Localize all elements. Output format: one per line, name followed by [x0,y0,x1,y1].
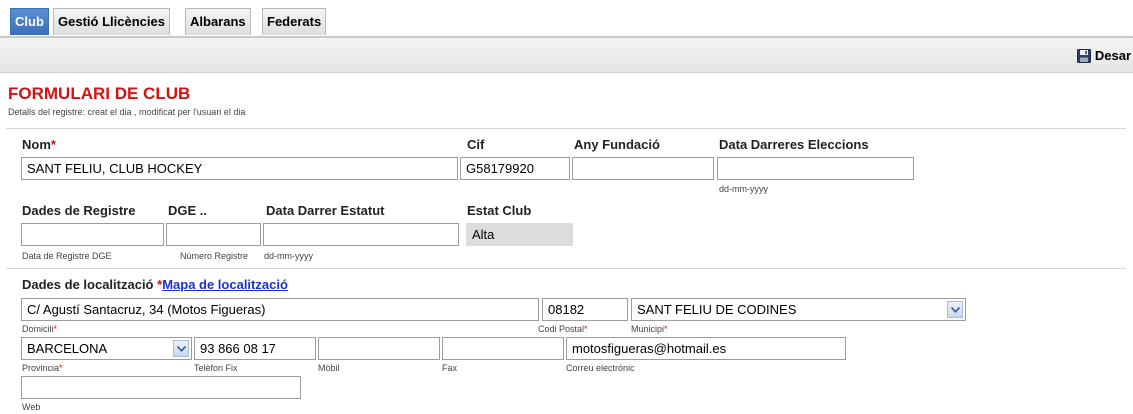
any-fundacio-label: Any Fundació [574,137,660,152]
data-eleccions-input[interactable] [717,157,914,180]
dades-registre-label: Dades de Registre [22,203,136,218]
tab-bar [0,0,1133,38]
toolbar [0,38,1133,73]
web-input[interactable] [21,376,301,399]
cif-label: Cif [467,137,485,152]
dades-registre-hint: Data de Registre DGE [22,251,112,261]
telefon-fix-input[interactable]: 93 866 08 17 [194,337,316,360]
municipi-select[interactable]: SANT FELIU DE CODINES [631,298,966,321]
correu-input[interactable]: motosfigueras@hotmail.es [566,337,846,360]
data-estatut-input[interactable] [263,223,459,246]
codi-postal-input[interactable]: 08182 [542,298,628,321]
municipi-label: Municipi* [631,324,668,334]
record-details: Detalls del registre: creat el dia , mod… [8,107,246,117]
data-estatut-hint: dd-mm-yyyy [264,251,313,261]
nom-input[interactable]: SANT FELIU, CLUB HOCKEY [21,157,458,180]
provincia-label: Provincia* [22,363,63,373]
domicili-input[interactable]: C/ Agustí Santacruz, 34 (Motos Figueras) [21,298,539,321]
mobil-label: Mòbil [318,363,340,373]
correu-label: Correu electrònic [566,363,635,373]
municipi-value: SANT FELIU DE CODINES [637,302,797,317]
chevron-down-icon[interactable] [947,301,963,318]
cif-input[interactable]: G58179920 [460,157,570,180]
dge-hint: Número Registre [180,251,249,261]
estat-club-label: Estat Club [467,203,532,218]
floppy-disk-icon [1076,49,1091,63]
fax-label: Fax [442,363,458,373]
divider [6,128,1126,129]
data-eleccions-hint: dd-mm-yyyy [719,184,768,194]
data-estatut-label: Data Darrer Estatut [266,203,385,218]
save-button[interactable]: Desar [1076,46,1131,66]
tab-albarans[interactable]: Albarans [185,8,251,35]
nom-label: Nom* [22,137,56,152]
dge-input[interactable] [166,223,261,246]
dades-registre-input[interactable] [21,223,164,246]
fax-input[interactable] [442,337,564,360]
telefon-fix-label: Telèfon Fix [194,363,238,373]
dge-label: DGE .. [168,203,208,218]
localitzacio-label: Dades de localització *Mapa de localitza… [22,277,288,292]
web-label: Web [22,402,41,412]
estat-club-field: Alta [466,223,573,246]
domicili-label: Domicili* [22,324,58,334]
data-eleccions-label: Data Darreres Eleccions [719,137,869,152]
tab-gestio-llicencies[interactable]: Gestió Llicències [53,8,170,35]
divider [6,268,1126,269]
mobil-input[interactable] [318,337,440,360]
codi-postal-label: Codi Postal* [538,324,588,334]
provincia-select[interactable]: BARCELONA [21,337,192,360]
chevron-down-icon[interactable] [173,340,189,357]
mapa-localitzacio-link[interactable]: Mapa de localització [162,277,288,292]
provincia-value: BARCELONA [27,341,108,356]
tab-club[interactable]: Club [10,8,49,35]
any-fundacio-input[interactable] [572,157,714,180]
save-button-label: Desar [1094,48,1131,63]
page-title: FORMULARI DE CLUB [8,84,191,103]
tab-federats[interactable]: Federats [262,8,327,35]
